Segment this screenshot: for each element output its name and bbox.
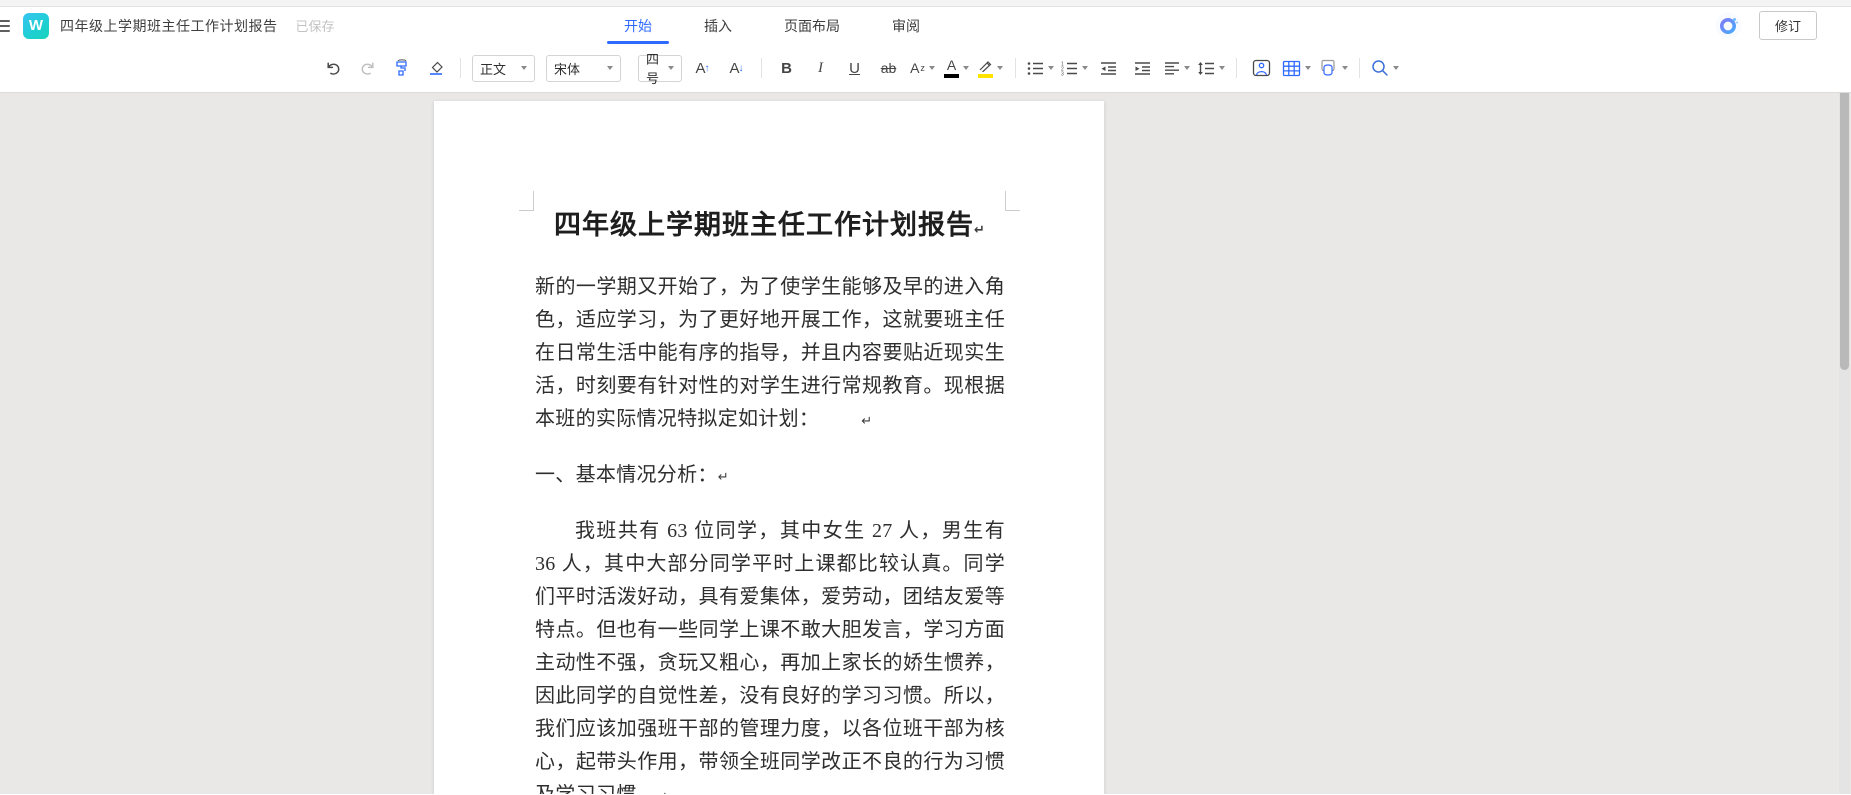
paragraph-mark: ↵ bbox=[657, 790, 668, 794]
svg-text:3: 3 bbox=[1061, 71, 1064, 76]
main-menu-icon[interactable] bbox=[0, 19, 10, 32]
chevron-down-icon bbox=[928, 66, 935, 70]
margin-mark-top-right bbox=[1005, 191, 1020, 211]
doc-paragraph-intro[interactable]: 新的一学期又开始了，为了使学生能够及早的进入角色，适应学习，为了更好地开展工作，… bbox=[535, 271, 1005, 438]
document-title-text: 四年级上学期班主任工作计划报告 bbox=[60, 17, 278, 34]
divider bbox=[1236, 58, 1237, 78]
text-effects-button[interactable]: Az bbox=[909, 53, 936, 83]
margin-mark-top-left bbox=[519, 191, 534, 211]
decrease-font-size-button[interactable]: A ↓ bbox=[723, 53, 750, 83]
insert-table-button[interactable] bbox=[1282, 53, 1311, 83]
scrollbar-thumb[interactable] bbox=[1840, 93, 1849, 370]
divider bbox=[1015, 58, 1016, 78]
increase-indent-button[interactable] bbox=[1129, 53, 1156, 83]
format-painter-icon[interactable] bbox=[388, 53, 415, 83]
highlight-color-button[interactable] bbox=[977, 53, 1004, 83]
header-right-group: 修订 bbox=[1715, 7, 1817, 44]
text-align-button[interactable] bbox=[1163, 53, 1190, 83]
increase-font-size-button[interactable]: A ↑ bbox=[689, 53, 716, 83]
paragraph-mark: ↵ bbox=[974, 223, 986, 238]
clear-format-eraser-icon[interactable] bbox=[422, 53, 449, 83]
chevron-down-icon bbox=[1183, 66, 1190, 70]
italic-button[interactable]: I bbox=[807, 53, 834, 83]
paragraph-mark: ↵ bbox=[861, 413, 873, 429]
vertical-scrollbar[interactable] bbox=[1839, 93, 1850, 794]
font-family-dropdown[interactable]: 宋体 bbox=[546, 54, 621, 82]
highlighter-pen-icon bbox=[979, 60, 992, 72]
insert-shape-button[interactable] bbox=[1318, 53, 1348, 83]
search-button[interactable] bbox=[1371, 53, 1399, 83]
line-spacing-button[interactable] bbox=[1197, 53, 1225, 83]
window-top-strip bbox=[0, 0, 1851, 7]
assistant-avatar-icon[interactable] bbox=[1715, 12, 1742, 39]
chevron-down-icon bbox=[521, 66, 527, 70]
chevron-down-icon bbox=[1219, 66, 1225, 70]
track-changes-button[interactable]: 修订 bbox=[1758, 11, 1817, 40]
chevron-down-icon bbox=[1082, 66, 1088, 70]
doc-section-heading-1[interactable]: 一、基本情况分析：↵ bbox=[535, 459, 1005, 494]
font-size-dropdown[interactable]: 四号 bbox=[638, 52, 682, 86]
document-canvas: 四年级上学期班主任工作计划报告↵ 新的一学期又开始了，为了使学生能够及早的进入角… bbox=[0, 93, 1851, 794]
header-bar: W 四年级上学期班主任工作计划报告 已保存 开始 插入 页面布局 审阅 修订 bbox=[0, 7, 1851, 44]
strikethrough-button[interactable]: ab bbox=[875, 53, 902, 83]
chevron-down-icon bbox=[1393, 66, 1399, 70]
tab-review[interactable]: 审阅 bbox=[890, 7, 922, 44]
tab-home[interactable]: 开始 bbox=[607, 7, 669, 44]
tab-page-layout[interactable]: 页面布局 bbox=[782, 7, 842, 44]
undo-button[interactable] bbox=[320, 53, 347, 83]
chevron-down-icon bbox=[668, 66, 674, 70]
chevron-down-icon bbox=[607, 66, 613, 70]
save-status-badge: 已保存 bbox=[295, 19, 335, 34]
numbered-list-button[interactable]: 123 bbox=[1061, 53, 1088, 83]
tab-insert[interactable]: 插入 bbox=[702, 7, 734, 44]
divider bbox=[1359, 58, 1360, 78]
wps-logo[interactable]: W bbox=[23, 12, 49, 39]
chevron-down-icon bbox=[997, 66, 1003, 70]
chevron-down-icon bbox=[1342, 66, 1348, 70]
font-color-swatch bbox=[944, 74, 959, 78]
doc-paragraph-analysis[interactable]: 我班共有 63 位同学，其中女生 27 人，男生有 36 人，其中大部分同学平时… bbox=[535, 515, 1005, 794]
chevron-down-icon bbox=[1305, 66, 1311, 70]
divider bbox=[460, 58, 461, 78]
underline-button[interactable]: U bbox=[841, 53, 868, 83]
ribbon-toolbar: 正文 宋体 四号 A ↑ A ↓ B I U ab Az A 123 bbox=[0, 44, 1851, 93]
ribbon-tabs: 开始 插入 页面布局 审阅 bbox=[607, 7, 922, 44]
redo-button[interactable] bbox=[354, 53, 381, 83]
paragraph-mark: ↵ bbox=[717, 469, 729, 485]
font-color-button[interactable]: A bbox=[943, 53, 970, 83]
decrease-indent-button[interactable] bbox=[1095, 53, 1122, 83]
insert-image-button[interactable] bbox=[1248, 53, 1275, 83]
document-page[interactable]: 四年级上学期班主任工作计划报告↵ 新的一学期又开始了，为了使学生能够及早的进入角… bbox=[434, 101, 1104, 794]
chevron-down-icon bbox=[963, 66, 969, 70]
search-icon bbox=[1372, 60, 1388, 76]
doc-heading-text: 四年级上学期班主任工作计划报告 bbox=[554, 210, 975, 240]
bullet-list-button[interactable] bbox=[1027, 53, 1054, 83]
chevron-down-icon bbox=[1048, 66, 1054, 70]
paragraph-style-dropdown[interactable]: 正文 bbox=[472, 54, 535, 82]
highlight-color-swatch bbox=[978, 73, 993, 78]
divider bbox=[761, 58, 762, 78]
bold-button[interactable]: B bbox=[773, 53, 800, 83]
doc-heading[interactable]: 四年级上学期班主任工作计划报告↵ bbox=[535, 205, 1005, 247]
